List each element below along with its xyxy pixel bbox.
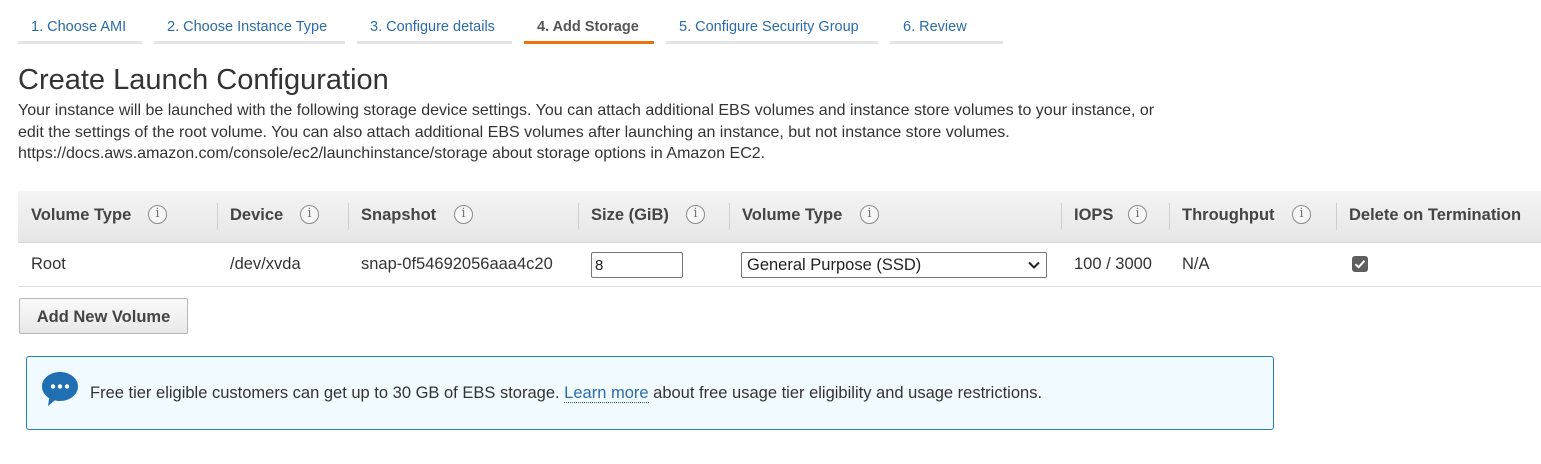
cell-value: Root [31, 255, 66, 273]
description-line: edit the settings of the root volume. Yo… [18, 123, 1010, 141]
column-header-snapshot: Snapshot i [348, 191, 578, 242]
size-input[interactable] [591, 252, 683, 278]
column-label: Volume Type [31, 206, 132, 224]
column-label: Device [230, 206, 284, 224]
step-choose-ami[interactable]: 1. Choose AMI [18, 0, 142, 44]
cell-value: snap-0f54692056aaa4c20 [361, 255, 553, 273]
free-tier-alert: Free tier eligible customers can get up … [26, 356, 1274, 430]
checkmark-icon [1354, 260, 1366, 269]
chevron-down-icon [1028, 261, 1040, 269]
info-icon[interactable]: i [300, 205, 319, 224]
column-label: Volume Type [742, 206, 843, 224]
column-label: IOPS [1074, 206, 1114, 224]
step-label: 4. Add Storage [537, 19, 639, 35]
alert-text-after: about free usage tier eligibility and us… [648, 384, 1043, 402]
info-icon[interactable]: i [1128, 205, 1147, 224]
column-header-ebs-volume-type: Volume Type i [729, 191, 1061, 242]
step-configure-details[interactable]: 3. Configure details [357, 0, 512, 44]
column-header-device: Device i [217, 191, 348, 242]
volume-type-select[interactable]: General Purpose (SSD) [741, 252, 1047, 278]
description-line: Your instance will be launched with the … [18, 102, 1155, 119]
table-row: Root /dev/xvda snap-0f54692056aaa4c20 Ge… [18, 243, 1541, 287]
learn-more-link[interactable]: Learn more [564, 384, 649, 403]
step-configure-security-group[interactable]: 5. Configure Security Group [666, 0, 878, 44]
step-label: 2. Choose Instance Type [167, 19, 328, 35]
info-icon[interactable]: i [860, 205, 879, 224]
step-add-storage[interactable]: 4. Add Storage [524, 0, 654, 44]
column-label: Throughput [1182, 206, 1275, 224]
column-label: Delete on Termination [1349, 206, 1522, 224]
selected-value: General Purpose (SSD) [747, 256, 922, 274]
page-title: Create Launch Configuration [18, 64, 389, 96]
step-label: 5. Configure Security Group [679, 19, 859, 35]
launch-config-page: 1. Choose AMI 2. Choose Instance Type 3.… [0, 0, 1541, 464]
alert-text-before: Free tier eligible customers can get up … [90, 384, 565, 402]
info-icon[interactable]: i [454, 205, 473, 224]
table-header: Volume Type i Device i Snapshot i Size (… [18, 191, 1541, 243]
cell-value: /dev/xvda [230, 255, 301, 273]
add-new-volume-button[interactable]: Add New Volume [19, 298, 188, 334]
step-label: 1. Choose AMI [31, 19, 127, 35]
column-header-iops: IOPS i [1061, 191, 1169, 242]
delete-on-termination-checkbox[interactable] [1352, 256, 1368, 272]
step-label: 3. Configure details [370, 19, 495, 35]
cell-value: N/A [1182, 255, 1210, 273]
page-description: Your instance will be launched with the … [18, 100, 1278, 165]
description-line: https://docs.aws.amazon.com/console/ec2/… [18, 145, 766, 162]
info-icon[interactable]: i [148, 205, 167, 224]
step-label: 6. Review [903, 19, 967, 35]
column-header-throughput: Throughput i [1169, 191, 1336, 242]
column-header-delete-on-termination: Delete on Termination [1336, 191, 1541, 242]
cell-value: 100 / 3000 [1074, 255, 1152, 273]
step-review[interactable]: 6. Review [890, 0, 1003, 44]
info-icon[interactable]: i [686, 205, 705, 224]
column-label: Size (GiB) [591, 206, 669, 224]
column-label: Snapshot [361, 206, 437, 224]
column-header-size: Size (GiB) i [578, 191, 729, 242]
column-header-volume-type: Volume Type i [18, 191, 217, 242]
speech-bubble-icon [42, 372, 78, 406]
info-icon[interactable]: i [1292, 205, 1311, 224]
storage-table: Volume Type i Device i Snapshot i Size (… [18, 191, 1541, 287]
step-choose-instance-type[interactable]: 2. Choose Instance Type [154, 0, 345, 44]
alert-message: Free tier eligible customers can get up … [90, 357, 1042, 429]
